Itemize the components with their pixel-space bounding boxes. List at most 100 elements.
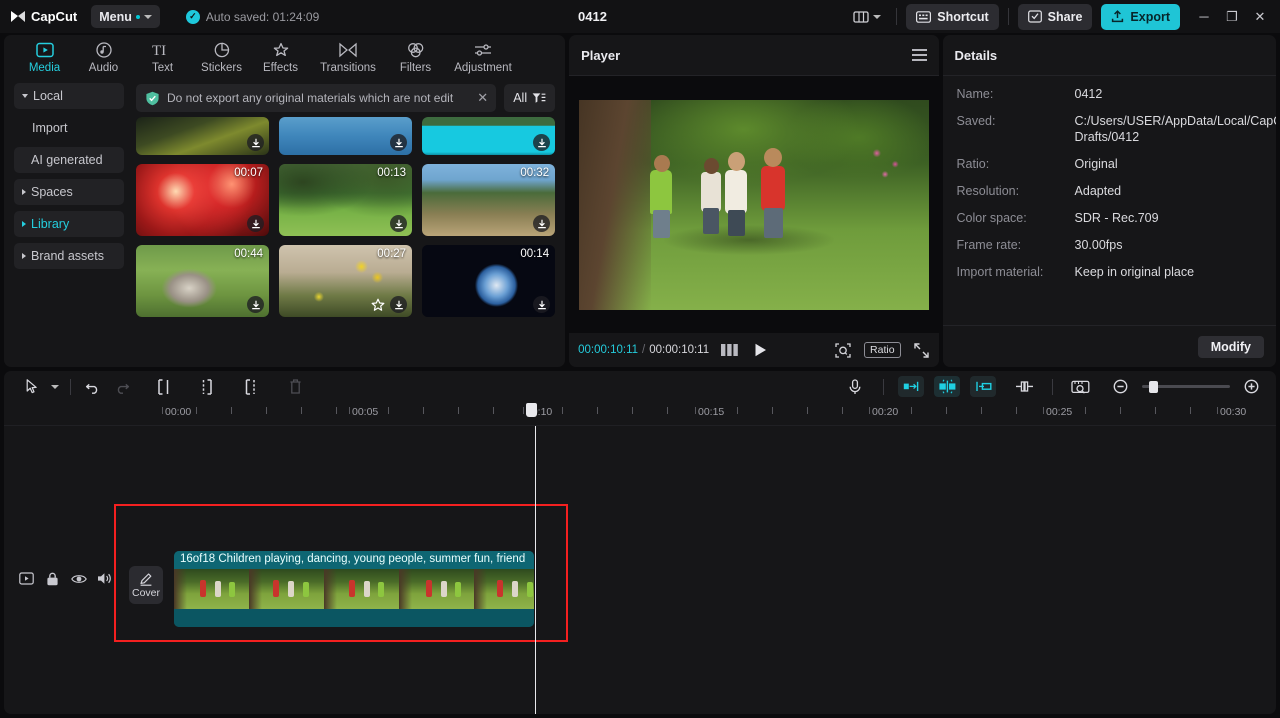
tab-audio[interactable]: Audio	[75, 41, 132, 74]
clip-filmstrip	[174, 569, 534, 609]
ruler-tick	[597, 407, 598, 414]
maximize-button[interactable]: ❐	[1218, 3, 1246, 31]
split-right-button[interactable]	[193, 376, 222, 398]
select-tool-button[interactable]	[18, 376, 47, 398]
frames-icon[interactable]	[721, 344, 738, 356]
tab-label: Media	[28, 61, 61, 74]
preview-child-2-head	[703, 157, 719, 174]
tab-stickers[interactable]: Stickers	[193, 41, 250, 74]
cover-preview-button[interactable]	[1066, 376, 1095, 398]
download-icon[interactable]	[390, 134, 408, 151]
tab-label: Filters	[399, 61, 432, 74]
tab-adjustment[interactable]: Adjustment	[446, 41, 520, 74]
download-icon[interactable]	[390, 215, 408, 232]
export-button[interactable]: Export	[1101, 3, 1180, 30]
split-center-button[interactable]	[236, 376, 265, 398]
cover-button[interactable]: Cover	[129, 566, 163, 604]
media-item[interactable]: 00:32	[422, 164, 556, 236]
download-icon[interactable]	[533, 134, 551, 151]
capcut-logo-icon	[10, 10, 26, 24]
zoom-out-button[interactable]	[1106, 376, 1135, 398]
track-video-icon[interactable]	[18, 570, 35, 587]
timeline-ruler[interactable]: 00:00 00:05 00:10 00:15 00:20 00:25 00:3…	[4, 402, 1276, 426]
ruler-tick	[162, 407, 163, 414]
media-panel: Media Audio TI Text Stickers Effects Tra…	[4, 35, 566, 367]
media-item[interactable]	[422, 117, 556, 155]
snap-center-button[interactable]	[934, 376, 960, 397]
chevron-down-icon	[22, 94, 28, 98]
download-icon[interactable]	[533, 215, 551, 232]
menu-label: Menu	[99, 9, 132, 24]
undo-button[interactable]	[78, 376, 107, 398]
snap-left-button[interactable]	[898, 376, 924, 397]
tab-filters[interactable]: Filters	[387, 41, 444, 74]
delete-button[interactable]	[281, 376, 310, 398]
ratio-button[interactable]: Ratio	[864, 342, 901, 358]
ruler-label: 00:25	[1046, 406, 1073, 418]
redo-button[interactable]	[107, 376, 136, 398]
capcut-logo: CapCut	[10, 9, 77, 24]
titlebar-actions: Shortcut Share Export ─ ❐ ✕	[847, 3, 1274, 31]
media-item[interactable]: 00:13	[279, 164, 413, 236]
menu-button[interactable]: Menu	[91, 5, 160, 28]
sidebar-item-brand-assets[interactable]: Brand assets	[14, 243, 124, 269]
fullscreen-icon[interactable]	[913, 342, 929, 358]
zoom-slider-handle[interactable]	[1149, 381, 1158, 393]
details-body: Name: 0412 Saved: C:/Users/USER/AppData/…	[943, 76, 1276, 325]
media-item[interactable]: 00:27	[279, 245, 413, 317]
split-left-button[interactable]	[150, 376, 179, 398]
filter-icon	[532, 93, 546, 103]
sidebar-item-spaces[interactable]: Spaces	[14, 179, 124, 205]
download-icon[interactable]	[390, 296, 408, 313]
preview-child-4-legs	[763, 207, 783, 238]
tab-effects[interactable]: Effects	[252, 41, 309, 74]
tab-media[interactable]: Media	[16, 41, 73, 74]
ruler-tick	[1190, 407, 1191, 414]
select-tool-dropdown[interactable]	[47, 376, 63, 398]
layout-button[interactable]	[847, 7, 887, 27]
download-icon[interactable]	[247, 215, 265, 232]
track-lock-icon[interactable]	[44, 570, 61, 587]
playhead-handle[interactable]	[526, 403, 537, 417]
shortcut-button[interactable]: Shortcut	[906, 3, 999, 30]
media-item[interactable]: 00:14	[422, 245, 556, 317]
media-item[interactable]	[136, 117, 270, 155]
snap-right-button[interactable]	[970, 376, 996, 397]
modify-button[interactable]: Modify	[1197, 335, 1264, 358]
zoom-slider[interactable]	[1142, 381, 1230, 393]
download-icon[interactable]	[247, 134, 265, 151]
tab-label: Text	[151, 61, 174, 74]
timeline-clip[interactable]: 16of18 Children playing, dancing, young …	[174, 551, 534, 627]
tab-text[interactable]: TI Text	[134, 41, 191, 74]
autosave-status: ✓ Auto saved: 01:24:09	[185, 9, 319, 24]
zoom-in-button[interactable]	[1237, 376, 1266, 398]
sidebar-item-ai-generated[interactable]: AI generated	[14, 147, 124, 173]
timeline-tracks[interactable]: Cover 16of18 Children playing, dancing, …	[4, 426, 1276, 714]
ruler-tick	[946, 407, 947, 414]
tab-transitions[interactable]: Transitions	[311, 41, 385, 74]
record-audio-button[interactable]	[840, 376, 869, 398]
track-audio-icon[interactable]	[96, 570, 113, 587]
ruler-tick	[349, 407, 350, 414]
media-item[interactable]	[279, 117, 413, 155]
favorite-star-icon[interactable]	[371, 298, 385, 312]
sidebar-item-local[interactable]: Local	[14, 83, 124, 109]
video-preview[interactable]	[578, 99, 929, 310]
download-icon[interactable]	[533, 296, 551, 313]
media-item[interactable]: 00:44	[136, 245, 270, 317]
zoom-fit-icon[interactable]	[835, 342, 851, 358]
track-visibility-icon[interactable]	[70, 570, 87, 587]
layout-icon	[853, 10, 869, 23]
sidebar-item-import[interactable]: Import	[14, 115, 124, 141]
sidebar-item-library[interactable]: Library	[14, 211, 124, 237]
close-icon[interactable]: ✕	[477, 90, 488, 106]
close-button[interactable]: ✕	[1246, 3, 1274, 31]
minimize-button[interactable]: ─	[1190, 3, 1218, 31]
download-icon[interactable]	[247, 296, 265, 313]
media-item[interactable]: 00:07	[136, 164, 270, 236]
filter-all-button[interactable]: All	[504, 84, 556, 112]
split-clip-button[interactable]	[1010, 376, 1039, 398]
share-button[interactable]: Share	[1017, 3, 1093, 30]
play-button[interactable]	[754, 343, 767, 357]
player-menu-icon[interactable]	[911, 49, 927, 61]
